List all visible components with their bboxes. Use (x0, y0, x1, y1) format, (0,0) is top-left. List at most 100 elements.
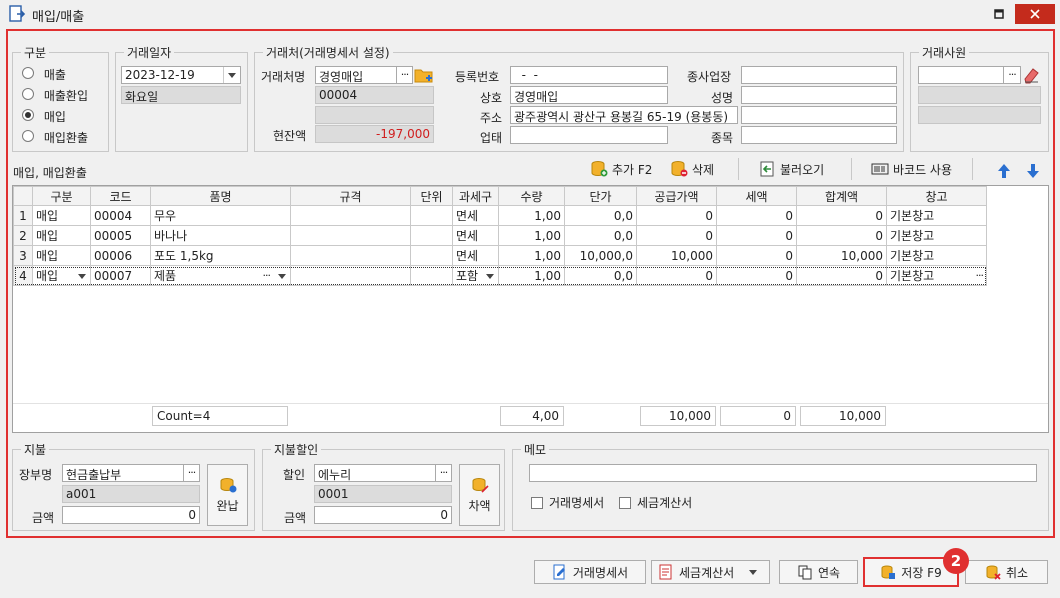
statement-button[interactable]: 거래명세서 (534, 560, 646, 584)
cell-tax[interactable]: 포함 (452, 265, 499, 286)
continuous-button[interactable]: 연속 (779, 560, 858, 584)
column-header[interactable]: 규격 (290, 186, 411, 206)
column-header[interactable]: 품명 (150, 186, 291, 206)
cell-name[interactable]: 바나나 (150, 225, 291, 246)
restore-button[interactable] (988, 4, 1010, 24)
biz-type-input[interactable] (510, 126, 668, 144)
full-payment-button[interactable]: 완납 (207, 464, 248, 526)
cell-name[interactable]: 제품 ··· (150, 265, 291, 286)
cell-supply[interactable]: 0 (636, 205, 717, 226)
column-header[interactable]: 과세구 (452, 186, 499, 206)
cell-total[interactable]: 0 (796, 265, 887, 286)
delete-row-button[interactable]: 삭제 (670, 160, 714, 178)
client-name-input[interactable]: 경영매입 (315, 66, 397, 84)
cell-type[interactable]: 매입 (32, 225, 91, 246)
eraser-icon[interactable] (1022, 66, 1042, 84)
cancel-button[interactable]: 취소 (965, 560, 1048, 584)
arrow-up-icon[interactable] (995, 162, 1013, 180)
cell-unit[interactable] (410, 245, 453, 266)
add-row-button[interactable]: 추가 F2 (590, 160, 652, 178)
cell-type[interactable]: 매입 (32, 265, 91, 286)
column-header[interactable]: 합계액 (796, 186, 887, 206)
cell-tax[interactable]: 면세 (452, 205, 499, 226)
item-input[interactable] (741, 126, 897, 144)
payment-amount-input[interactable]: 0 (62, 506, 200, 524)
cell-supply[interactable]: 0 (636, 225, 717, 246)
cell-supply[interactable]: 10,000 (636, 245, 717, 266)
cell-total[interactable]: 0 (796, 205, 887, 226)
cell-warehouse[interactable]: 기본창고 (886, 225, 987, 246)
arrow-down-icon[interactable] (1024, 162, 1042, 180)
cell-vat[interactable]: 0 (716, 225, 797, 246)
cell-unit[interactable] (410, 265, 453, 286)
cell-price[interactable]: 0,0 (564, 265, 637, 286)
cell-qty[interactable]: 1,00 (498, 205, 565, 226)
difference-button[interactable]: 차액 (459, 464, 500, 526)
address-input[interactable]: 광주광역시 광산구 용봉길 65-19 (용봉동) (510, 106, 738, 124)
cell-total[interactable]: 10,000 (796, 245, 887, 266)
cell-tax[interactable]: 면세 (452, 225, 499, 246)
radio-sale[interactable]: 매출 (22, 66, 66, 83)
client-search-button[interactable]: ··· (396, 66, 413, 84)
cell-vat[interactable]: 0 (716, 245, 797, 266)
cell-warehouse[interactable]: 기본창고 ··· (886, 265, 987, 286)
cell-spec[interactable] (290, 225, 411, 246)
ellipsis-icon[interactable]: ··· (263, 269, 271, 282)
memo-input[interactable] (529, 464, 1037, 482)
table-row[interactable]: 3 매입 00006 포도 1,5kg 면세 1,00 10,000,0 10,… (13, 245, 987, 266)
owner-input[interactable] (741, 86, 897, 104)
cell-supply[interactable]: 0 (636, 265, 717, 286)
cell-name[interactable]: 무우 (150, 205, 291, 226)
column-header[interactable]: 구분 (32, 186, 91, 206)
cell-type[interactable]: 매입 (32, 205, 91, 226)
radio-purchase-return[interactable]: 매입환출 (22, 129, 88, 146)
chevron-down-icon[interactable] (78, 274, 86, 279)
cell-vat[interactable]: 0 (716, 205, 797, 226)
ellipsis-icon[interactable]: ··· (976, 269, 984, 282)
column-header[interactable]: 공급가액 (636, 186, 717, 206)
cell-qty[interactable]: 1,00 (498, 225, 565, 246)
address-detail-input[interactable] (741, 106, 897, 124)
chevron-down-icon[interactable] (749, 569, 758, 575)
column-header[interactable]: 단위 (410, 186, 453, 206)
table-row[interactable]: 2 매입 00005 바나나 면세 1,00 0,0 0 0 0 기본창고 (13, 225, 987, 246)
radio-sale-return[interactable]: 매출환입 (22, 87, 88, 104)
column-header[interactable]: 수량 (498, 186, 565, 206)
column-header[interactable]: 세액 (716, 186, 797, 206)
barcode-button[interactable]: 바코드 사용 (871, 160, 952, 178)
table-row[interactable]: 1 매입 00004 무우 면세 1,00 0,0 0 0 0 기본창고 (13, 205, 987, 226)
tax-invoice-checkbox[interactable]: 세금계산서 (619, 494, 692, 511)
cell-spec[interactable] (290, 205, 411, 226)
chevron-down-icon[interactable] (486, 274, 494, 279)
cell-tax[interactable]: 면세 (452, 245, 499, 266)
cell-price[interactable]: 10,000,0 (564, 245, 637, 266)
load-button[interactable]: 불러오기 (758, 160, 824, 178)
cell-price[interactable]: 0,0 (564, 205, 637, 226)
cell-code[interactable]: 00007 (90, 265, 151, 286)
cell-warehouse[interactable]: 기본창고 (886, 245, 987, 266)
column-header[interactable]: 코드 (90, 186, 151, 206)
cell-unit[interactable] (410, 205, 453, 226)
branch-input[interactable] (741, 66, 897, 84)
cell-warehouse[interactable]: 기본창고 (886, 205, 987, 226)
ledger-search-button[interactable]: ··· (183, 464, 200, 482)
company-input[interactable]: 경영매입 (510, 86, 668, 104)
staff-search-button[interactable]: ··· (1003, 66, 1021, 84)
cell-type[interactable]: 매입 (32, 245, 91, 266)
radio-purchase[interactable]: 매입 (22, 108, 66, 125)
cell-total[interactable]: 0 (796, 225, 887, 246)
cell-price[interactable]: 0,0 (564, 225, 637, 246)
discount-search-button[interactable]: ··· (435, 464, 452, 482)
column-header[interactable]: 창고 (886, 186, 987, 206)
ledger-input[interactable]: 현금출납부 (62, 464, 184, 482)
staff-input[interactable] (918, 66, 1004, 84)
cell-qty[interactable]: 1,00 (498, 265, 565, 286)
column-header[interactable]: 단가 (564, 186, 637, 206)
cell-name[interactable]: 포도 1,5kg (150, 245, 291, 266)
discount-amount-input[interactable]: 0 (314, 506, 452, 524)
close-button[interactable] (1015, 4, 1055, 24)
cell-spec[interactable] (290, 245, 411, 266)
cell-spec[interactable] (290, 265, 411, 286)
table-row-selected[interactable]: 4 매입 00007 제품 ··· 포함 1,00 0,0 0 0 0 기본창고 ·… (13, 265, 987, 286)
cell-vat[interactable]: 0 (716, 265, 797, 286)
